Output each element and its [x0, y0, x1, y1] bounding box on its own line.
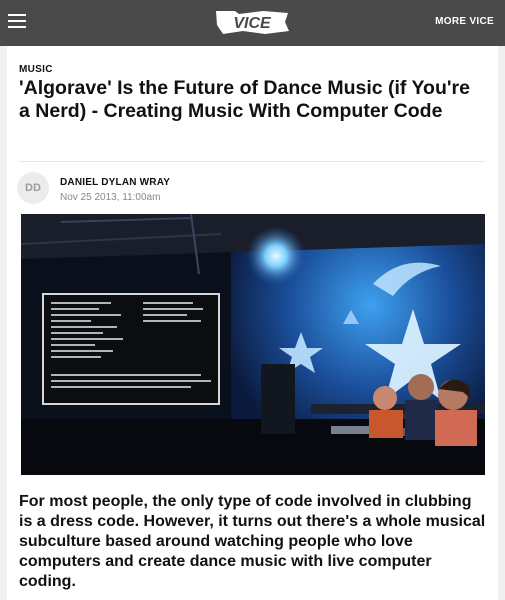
- top-navigation-bar: VICE MORE VICE: [0, 0, 505, 46]
- article-hero-image: [21, 214, 485, 475]
- article-title: 'Algorave' Is the Future of Dance Music …: [19, 77, 470, 122]
- vice-logo[interactable]: VICE: [213, 7, 291, 37]
- hamburger-menu-icon[interactable]: [8, 13, 26, 29]
- author-name[interactable]: DANIEL DYLAN WRAY: [60, 177, 170, 188]
- divider: [19, 161, 485, 162]
- article-lede: For most people, the only type of code i…: [19, 493, 486, 590]
- more-vice-link[interactable]: MORE VICE: [435, 16, 494, 27]
- publish-date: Nov 25 2013, 11:00am: [60, 192, 161, 203]
- category-label[interactable]: MUSIC: [19, 64, 53, 75]
- author-avatar: DD: [17, 172, 49, 204]
- article-card: MUSIC 'Algorave' Is the Future of Dance …: [7, 46, 498, 600]
- logo-text: VICE: [233, 15, 272, 32]
